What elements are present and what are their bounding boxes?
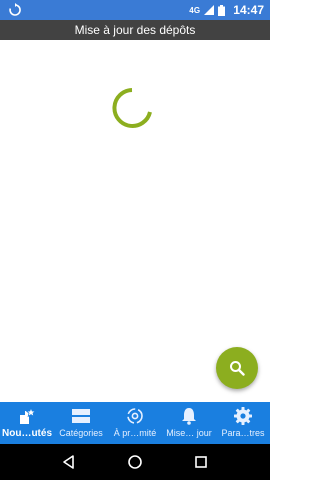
search-icon: [230, 361, 245, 376]
back-button[interactable]: [59, 452, 79, 472]
nearby-icon: [127, 408, 143, 424]
nav-item-label: Para…tres: [221, 428, 265, 438]
gear-icon: [234, 407, 252, 425]
sync-icon: [9, 3, 21, 16]
home-button[interactable]: [125, 452, 145, 472]
nav-item-label: Nou…utés: [2, 428, 52, 439]
search-button[interactable]: [216, 347, 258, 389]
nav-item-nearby[interactable]: À pr…mité: [108, 402, 162, 444]
nav-item-categories[interactable]: Catégories: [54, 402, 108, 444]
bottom-navigation: Nou…utés Catégories À pr…mité Mise… jour: [0, 402, 270, 444]
nav-item-label: Catégories: [59, 428, 103, 438]
nav-item-news[interactable]: Nou…utés: [0, 402, 54, 444]
status-bar: 4G 14:47: [0, 0, 270, 20]
loading-spinner-icon: [112, 88, 152, 128]
battery-icon: [218, 4, 226, 16]
recents-button[interactable]: [191, 452, 211, 472]
nav-item-label: À pr…mité: [113, 428, 157, 438]
page-title: Mise à jour des dépôts: [0, 20, 270, 40]
recents-icon: [195, 456, 207, 468]
bell-icon: [182, 408, 196, 425]
clock: 14:47: [233, 3, 264, 17]
new-star-icon: [20, 407, 37, 424]
nav-item-settings[interactable]: Para…tres: [216, 402, 270, 444]
network-type: 4G: [189, 5, 201, 15]
categories-icon: [72, 409, 90, 423]
nav-item-label: Mise… jour: [166, 428, 212, 438]
home-icon: [128, 455, 142, 469]
back-icon: [63, 455, 74, 469]
signal-icon: [204, 5, 215, 15]
system-navigation-bar: [0, 444, 270, 480]
nav-item-updates[interactable]: Mise… jour: [162, 402, 216, 444]
